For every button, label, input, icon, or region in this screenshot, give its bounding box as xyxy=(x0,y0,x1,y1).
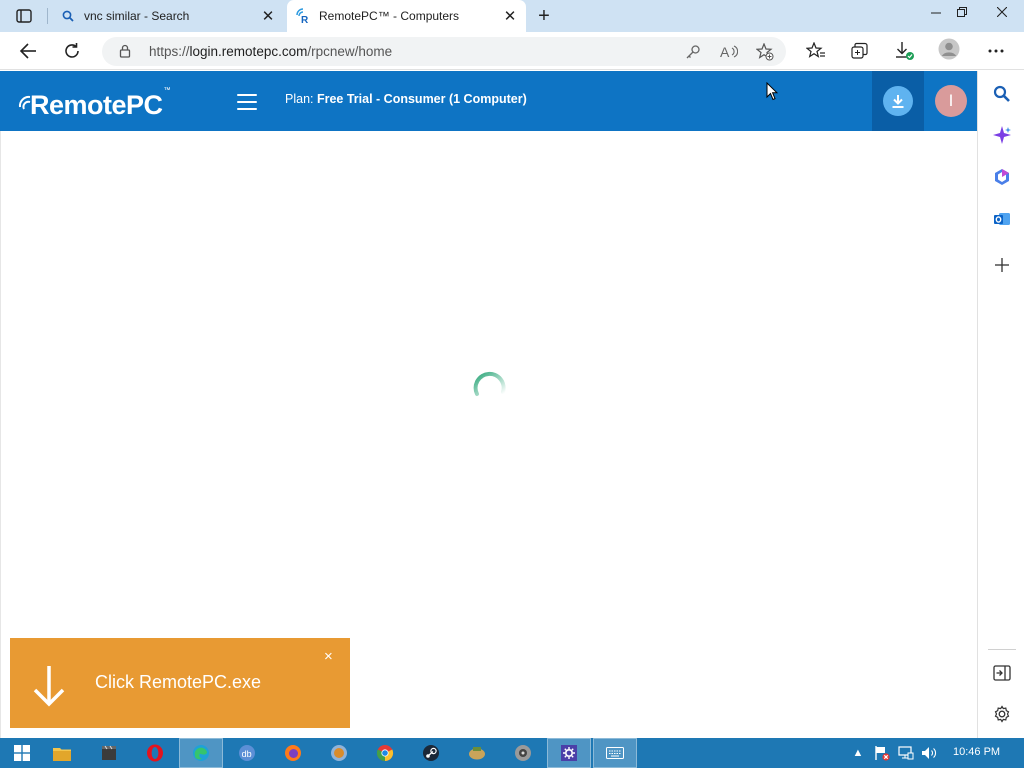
edge-sidebar xyxy=(977,71,1024,738)
download-toast[interactable]: Click RemotePC.exe × xyxy=(10,638,350,728)
disc-icon[interactable] xyxy=(501,738,545,768)
hamburger-menu-icon[interactable] xyxy=(237,94,257,110)
url-text: https://login.remotepc.com/rpcnew/home xyxy=(149,44,392,59)
address-bar[interactable]: https://login.remotepc.com/rpcnew/home A xyxy=(102,37,786,66)
media-icon[interactable] xyxy=(87,738,131,768)
hide-sidebar-icon[interactable] xyxy=(991,662,1013,684)
add-sidebar-icon[interactable] xyxy=(991,254,1013,276)
tab-title: RemotePC™ - Computers xyxy=(319,9,460,23)
taskbar: db ▲ 10:46 PM xyxy=(0,738,1024,768)
favorites-icon[interactable] xyxy=(805,41,827,61)
toast-close-button[interactable]: × xyxy=(324,648,333,665)
svg-text:db: db xyxy=(242,749,252,759)
restore-button[interactable] xyxy=(946,0,978,24)
remotepc-logo[interactable]: RemotePC ™ xyxy=(18,83,171,119)
tab-title: vnc similar - Search xyxy=(84,9,190,23)
back-button[interactable] xyxy=(15,39,41,63)
tab-separator xyxy=(47,8,48,24)
down-arrow-icon xyxy=(33,666,65,707)
read-aloud-icon[interactable]: A xyxy=(720,43,738,61)
plan-info: Plan: Free Trial - Consumer (1 Computer) xyxy=(285,92,527,106)
tab-actions-button[interactable] xyxy=(8,6,40,26)
svg-text:R: R xyxy=(301,15,309,24)
svg-text:A: A xyxy=(720,44,730,60)
tab-search[interactable]: vnc similar - Search ✕ xyxy=(52,0,284,32)
opera-icon[interactable] xyxy=(133,738,177,768)
app-icon[interactable]: db xyxy=(225,738,269,768)
start-button[interactable] xyxy=(0,738,44,768)
url-path: /rpcnew/home xyxy=(307,44,393,59)
close-window-button[interactable] xyxy=(980,0,1024,24)
logo-text: RemotePC xyxy=(30,90,163,120)
address-toolbar: https://login.remotepc.com/rpcnew/home A xyxy=(0,32,1024,70)
plan-label: Plan: xyxy=(285,92,314,106)
taskbar-clock[interactable]: 10:46 PM xyxy=(953,746,1000,758)
sidebar-divider xyxy=(988,649,1016,650)
new-tab-button[interactable]: + xyxy=(534,6,554,26)
minimize-icon xyxy=(931,12,941,14)
downloads-icon[interactable] xyxy=(893,41,915,61)
remotepc-favicon: R xyxy=(295,8,311,24)
game-icon[interactable] xyxy=(455,738,499,768)
edge-icon[interactable] xyxy=(179,738,223,768)
office-icon[interactable] xyxy=(991,166,1013,188)
download-app-button[interactable] xyxy=(872,71,924,131)
collections-icon[interactable] xyxy=(849,41,871,61)
plan-value: Free Trial - Consumer (1 Computer) xyxy=(316,92,527,106)
download-icon xyxy=(883,86,913,116)
refresh-icon xyxy=(65,43,79,58)
loading-spinner-icon xyxy=(473,371,506,396)
tab-strip: vnc similar - Search ✕ R RemotePC™ - Com… xyxy=(0,0,1024,32)
close-tab-icon[interactable]: ✕ xyxy=(502,8,518,25)
network-flag-icon[interactable] xyxy=(874,745,890,761)
monitor-network-icon[interactable] xyxy=(898,745,914,761)
steam-icon[interactable] xyxy=(409,738,453,768)
app-header: RemotePC ™ Plan: Free Trial - Consumer (… xyxy=(0,71,977,131)
more-menu-icon[interactable] xyxy=(985,41,1007,61)
browser-icon[interactable] xyxy=(317,738,361,768)
volume-icon[interactable] xyxy=(921,745,937,761)
close-icon xyxy=(997,7,1007,17)
firefox-icon[interactable] xyxy=(271,738,315,768)
user-avatar[interactable]: I xyxy=(935,85,967,117)
settings-gear-icon[interactable] xyxy=(991,703,1013,725)
search-icon xyxy=(60,8,76,24)
password-key-icon[interactable] xyxy=(684,43,702,61)
outlook-icon[interactable] xyxy=(991,208,1013,230)
tab-remotepc[interactable]: R RemotePC™ - Computers ✕ xyxy=(287,0,526,32)
copilot-sparkle-icon[interactable] xyxy=(991,124,1013,146)
keyboard-icon[interactable] xyxy=(593,738,637,768)
chrome-icon[interactable] xyxy=(363,738,407,768)
tab-actions-icon xyxy=(16,9,32,23)
settings-icon[interactable] xyxy=(547,738,591,768)
profile-avatar-icon[interactable] xyxy=(938,38,960,60)
toast-message: Click RemotePC.exe xyxy=(95,672,262,692)
show-hidden-icons-icon[interactable]: ▲ xyxy=(850,745,866,761)
mouse-cursor-icon xyxy=(766,82,778,101)
add-favorite-icon[interactable] xyxy=(756,43,774,61)
refresh-button[interactable] xyxy=(59,39,85,63)
search-sidebar-icon[interactable] xyxy=(991,83,1013,105)
lock-icon xyxy=(119,44,131,58)
url-scheme: https:// xyxy=(149,44,190,59)
url-host: login.remotepc.com xyxy=(189,44,308,59)
restore-icon xyxy=(957,7,967,17)
file-explorer-icon[interactable] xyxy=(40,738,84,768)
close-tab-icon[interactable]: ✕ xyxy=(260,8,276,25)
windows-logo-icon xyxy=(14,745,30,761)
back-arrow-icon xyxy=(19,43,36,59)
logo-trademark: ™ xyxy=(163,87,171,94)
